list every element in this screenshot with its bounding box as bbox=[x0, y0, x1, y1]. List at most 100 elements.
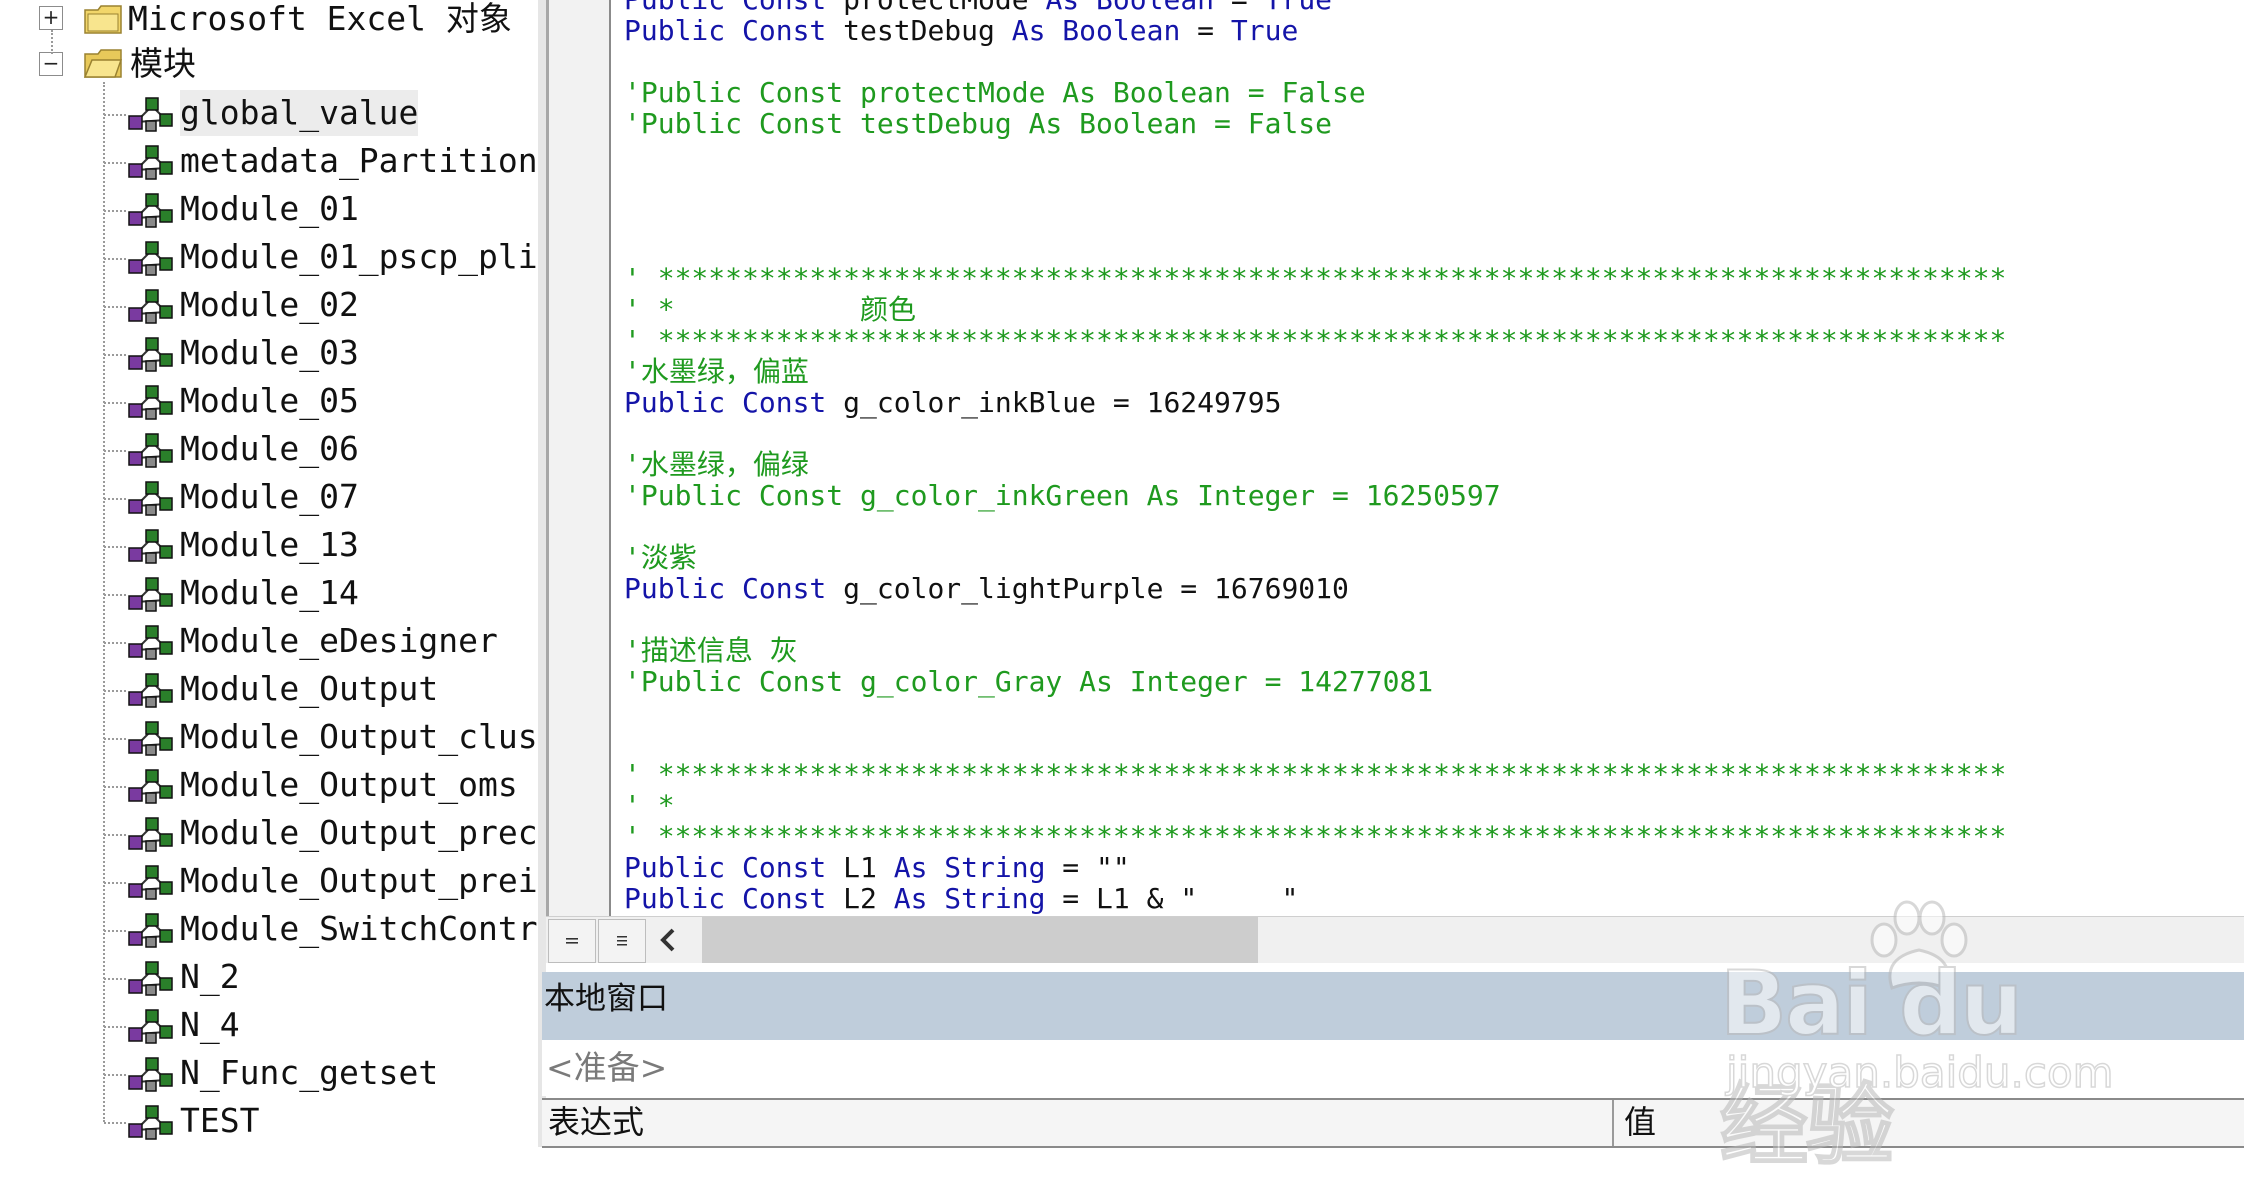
tree-module-item[interactable]: Module_Output bbox=[180, 666, 438, 712]
code-line[interactable]: 'Public Const protectMode As Boolean = F… bbox=[624, 77, 1366, 108]
module-icon bbox=[128, 961, 173, 996]
module-icon bbox=[128, 817, 173, 852]
code-comment: '描述信息 灰 bbox=[624, 634, 798, 667]
code-line[interactable]: '描述信息 灰 bbox=[624, 635, 798, 666]
tree-connector bbox=[104, 786, 126, 788]
module-icon bbox=[128, 385, 173, 420]
module-icon bbox=[128, 577, 173, 612]
code-text: L2 bbox=[843, 882, 894, 915]
tree-module-item[interactable]: Module_Output_preche bbox=[180, 810, 538, 856]
module-icon bbox=[128, 913, 173, 948]
code-line[interactable]: Public Const testDebug As Boolean = True bbox=[624, 15, 1298, 46]
tree-module-item[interactable]: Module_Output_preins bbox=[180, 858, 538, 904]
module-icon bbox=[128, 673, 173, 708]
code-text: testDebug bbox=[843, 14, 1012, 47]
tree-folder-excel-objects[interactable]: Microsoft Excel 对象 bbox=[128, 0, 512, 42]
code-comment: ' * bbox=[624, 789, 675, 822]
tree-module-item[interactable]: Module_14 bbox=[180, 570, 359, 616]
code-comment: '淡紫 bbox=[624, 541, 697, 574]
code-comment: ' **************************************… bbox=[624, 262, 2007, 295]
code-line[interactable]: '淡紫 bbox=[624, 542, 697, 573]
tree-module-item[interactable]: N_2 bbox=[180, 954, 240, 1000]
tree-module-item[interactable]: N_Func_getset bbox=[180, 1050, 438, 1096]
code-text: g_color_inkBlue = 16249795 bbox=[843, 386, 1282, 419]
module-icon bbox=[128, 145, 173, 180]
code-comment: ' **************************************… bbox=[624, 758, 2007, 791]
tree-module-item[interactable]: Module_05 bbox=[180, 378, 359, 424]
code-line[interactable]: ' * 颜色 bbox=[624, 294, 916, 325]
tree-connector bbox=[51, 30, 53, 54]
tree-module-item[interactable]: Module_SwitchControl bbox=[180, 906, 538, 952]
code-line[interactable]: Public Const L1 As String = "" bbox=[624, 852, 1130, 883]
column-header-value[interactable]: 值 bbox=[1624, 1100, 1656, 1146]
code-line[interactable]: Public Const g_color_lightPurple = 16769… bbox=[624, 573, 1349, 604]
code-comment: 'Public Const testDebug As Boolean = Fal… bbox=[624, 107, 1333, 140]
column-divider[interactable] bbox=[1612, 1100, 1614, 1146]
code-line[interactable]: ' * bbox=[624, 790, 675, 821]
code-text: = L1 & " " bbox=[1045, 882, 1299, 915]
horizontal-scrollbar-thumb[interactable] bbox=[702, 917, 1258, 963]
tree-module-item[interactable]: Module_Output_cluste bbox=[180, 714, 538, 760]
tree-module-item[interactable]: Module_06 bbox=[180, 426, 359, 472]
code-keyword: Public Const bbox=[624, 882, 844, 915]
code-line[interactable]: ' **************************************… bbox=[624, 325, 2006, 356]
code-line[interactable]: 'Public Const g_color_inkGreen As Intege… bbox=[624, 480, 1501, 511]
open-folder-icon bbox=[84, 49, 122, 78]
tree-module-item[interactable]: Module_03 bbox=[180, 330, 359, 376]
tree-module-item[interactable]: Module_07 bbox=[180, 474, 359, 520]
code-line[interactable]: Public Const L2 As String = L1 & " " bbox=[624, 883, 1298, 914]
expand-excel-objects-icon[interactable]: + bbox=[39, 6, 63, 30]
tree-connector bbox=[104, 402, 126, 404]
tree-module-item[interactable]: Module_01_pscp_plink bbox=[180, 234, 538, 280]
tree-module-item[interactable]: global_value bbox=[180, 90, 419, 136]
code-editor[interactable]: Public Const protectMode As Boolean = Tr… bbox=[546, 0, 2244, 916]
tree-module-item[interactable]: Module_Output_oms bbox=[180, 762, 518, 808]
locals-context[interactable]: <准备> bbox=[542, 1040, 2244, 1096]
locals-window-title: 本地窗口 bbox=[542, 972, 2244, 1040]
locals-window-title-text: 本地窗口 bbox=[544, 981, 668, 1017]
scroll-left-button[interactable] bbox=[646, 921, 690, 959]
code-line[interactable]: '水墨绿，偏绿 bbox=[624, 449, 809, 480]
tree-module-item[interactable]: N_4 bbox=[180, 1002, 240, 1048]
tree-module-item[interactable]: Module_01 bbox=[180, 186, 359, 232]
module-icon bbox=[128, 721, 173, 756]
module-icon bbox=[128, 481, 173, 516]
code-comment: '水墨绿，偏绿 bbox=[624, 448, 809, 481]
code-line[interactable]: 'Public Const g_color_Gray As Integer = … bbox=[624, 666, 1433, 697]
code-line[interactable]: ' **************************************… bbox=[624, 821, 2006, 852]
tree-connector bbox=[103, 82, 105, 1122]
tree-module-item[interactable]: metadata_Partition bbox=[180, 138, 538, 184]
column-header-expression[interactable]: 表达式 bbox=[548, 1100, 644, 1146]
tree-connector bbox=[104, 1026, 126, 1028]
full-module-view-icon bbox=[617, 936, 627, 946]
code-line[interactable]: ' **************************************… bbox=[624, 263, 2006, 294]
module-icon bbox=[128, 289, 173, 324]
tree-connector bbox=[104, 450, 126, 452]
code-line[interactable]: '水墨绿，偏蓝 bbox=[624, 356, 809, 387]
code-comment: 'Public Const g_color_Gray As Integer = … bbox=[624, 665, 1434, 698]
tree-folder-modules[interactable]: 模块 bbox=[130, 41, 196, 87]
tree-module-item[interactable]: Module_13 bbox=[180, 522, 359, 568]
module-icon bbox=[128, 433, 173, 468]
collapse-modules-icon[interactable]: − bbox=[39, 52, 63, 76]
code-text: = "" bbox=[1045, 851, 1130, 884]
code-line[interactable]: ' **************************************… bbox=[624, 759, 2006, 790]
code-comment: ' **************************************… bbox=[624, 820, 2007, 853]
code-line[interactable]: 'Public Const testDebug As Boolean = Fal… bbox=[624, 108, 1332, 139]
code-line[interactable]: Public Const g_color_inkBlue = 16249795 bbox=[624, 387, 1281, 418]
module-icon bbox=[128, 769, 173, 804]
full-module-view-button[interactable] bbox=[598, 919, 646, 963]
code-text: g_color_lightPurple = 16769010 bbox=[843, 572, 1349, 605]
module-icon bbox=[128, 1057, 173, 1092]
code-comment: '水墨绿，偏蓝 bbox=[624, 355, 809, 388]
code-editor-margin[interactable] bbox=[549, 0, 611, 916]
procedure-view-button[interactable] bbox=[548, 919, 596, 963]
tree-module-item[interactable]: Module_02 bbox=[180, 282, 359, 328]
code-keyword: As String bbox=[893, 851, 1046, 884]
tree-module-item[interactable]: Module_eDesigner bbox=[180, 618, 498, 664]
code-line[interactable]: Public Const protectMode As Boolean = Tr… bbox=[624, 0, 1332, 15]
tree-module-item[interactable]: TEST bbox=[180, 1098, 259, 1144]
tree-connector bbox=[104, 354, 126, 356]
tree-connector bbox=[104, 546, 126, 548]
module-icon bbox=[128, 97, 173, 132]
